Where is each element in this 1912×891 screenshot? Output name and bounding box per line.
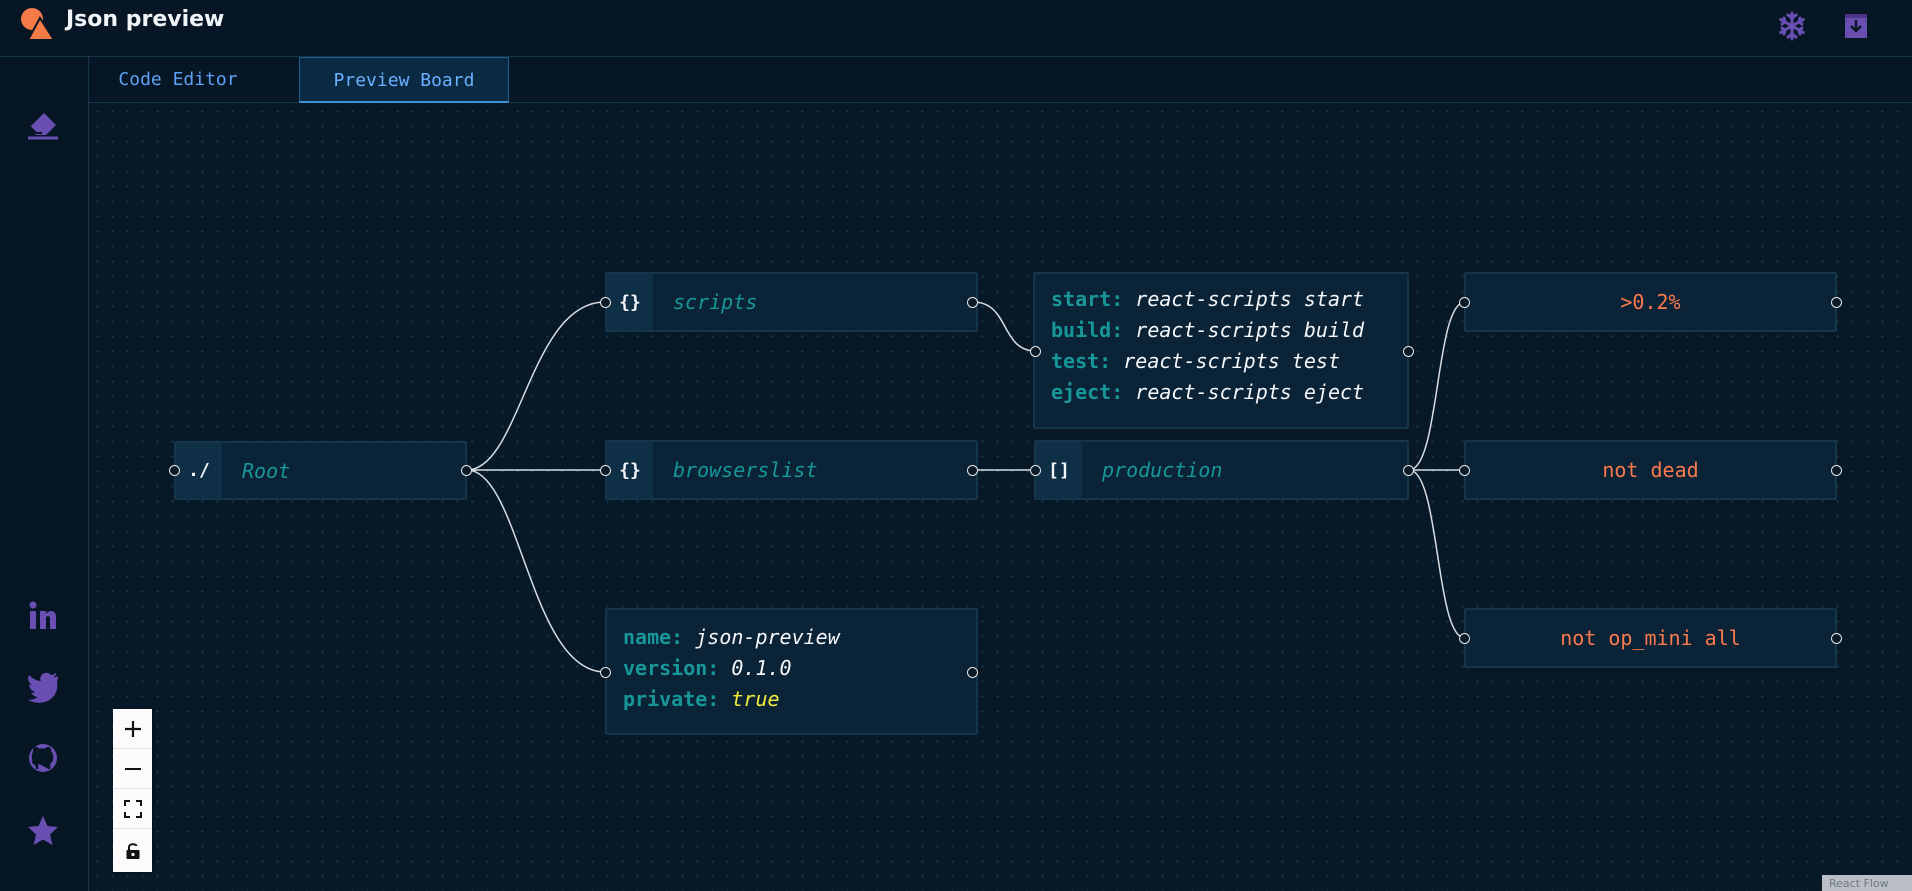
node-production-icon: [] [1036,442,1082,498]
download-icon[interactable] [1840,10,1872,42]
leaf-value: not dead [1602,458,1699,482]
eraser-icon[interactable] [24,105,62,143]
tab-bar: Code Editor Preview Board [89,57,1912,103]
linkedin-icon[interactable] [24,597,62,635]
handle-production-target[interactable] [1030,465,1041,476]
node-production-label: production [1102,458,1223,482]
handle-production-source[interactable] [1403,465,1414,476]
handle-item-2-target[interactable] [1459,465,1470,476]
handle-scripts-source[interactable] [967,297,978,308]
zoom-in-button[interactable] [113,709,152,749]
tab-preview-board[interactable]: Preview Board [299,57,509,103]
snowflake-icon[interactable] [1776,10,1808,42]
preview-board[interactable]: ./ Root {} scripts {} browserslist name:… [90,104,1912,891]
handle-item-1-target[interactable] [1459,297,1470,308]
node-root[interactable]: ./ Root [174,441,467,500]
handle-root-values-target[interactable] [600,667,611,678]
zoom-in-icon [124,720,141,737]
leaf-value: not op_mini all [1560,626,1741,650]
star-icon[interactable] [24,812,62,850]
kv-row: test: react-scripts test [1051,349,1341,373]
node-root-icon: ./ [176,443,222,498]
node-browserslist-icon: {} [607,442,653,498]
handle-item-3-target[interactable] [1459,633,1470,644]
lock-icon [126,842,139,859]
node-production[interactable]: [] production [1034,440,1409,500]
edge-production-item-3 [1408,469,1466,639]
handle-scripts-values-target[interactable] [1030,346,1041,357]
kv-row: start: react-scripts start [1051,287,1365,311]
node-root-values[interactable]: name: json-preview version: 0.1.0 privat… [605,608,978,735]
node-browserslist-label: browserslist [673,458,818,482]
node-production-item[interactable]: not op_mini all [1464,608,1837,668]
kv-row: eject: react-scripts eject [1051,380,1365,404]
react-flow-attribution[interactable]: React Flow [1822,875,1912,891]
edge-production-item-1 [1408,301,1466,471]
handle-root-source[interactable] [461,465,472,476]
flow-controls [113,709,152,872]
handle-browserslist-target[interactable] [600,465,611,476]
kv-row: private: true [623,687,780,711]
handle-browserslist-source[interactable] [967,465,978,476]
lock-button[interactable] [113,829,152,872]
node-production-item[interactable]: not dead [1464,440,1837,500]
edge-scripts-values [972,301,1037,352]
zoom-out-button[interactable] [113,749,152,789]
handle-root-target[interactable] [169,465,180,476]
node-scripts-label: scripts [673,290,758,314]
fit-view-icon [123,799,142,818]
node-root-label: Root [242,458,291,483]
sidebar [0,57,89,891]
kv-row: build: react-scripts build [1051,318,1365,342]
app-title: Json preview [66,7,225,32]
twitter-icon[interactable] [24,667,62,705]
tab-code-editor[interactable]: Code Editor [89,57,267,103]
node-scripts[interactable]: {} scripts [605,272,978,332]
handle-scripts-target[interactable] [600,297,611,308]
node-scripts-values[interactable]: start: react-scripts start build: react-… [1033,272,1409,429]
kv-row: version: 0.1.0 [623,656,792,680]
edge-root-values [466,469,606,673]
github-icon[interactable] [24,739,62,777]
handle-item-1-source[interactable] [1831,297,1842,308]
edge-root-scripts [466,301,606,471]
zoom-out-icon [124,767,141,770]
fit-view-button[interactable] [113,789,152,829]
top-bar: Json preview [0,0,1912,57]
leaf-value: >0.2% [1620,290,1681,314]
node-scripts-icon: {} [607,274,653,330]
node-production-item[interactable]: >0.2% [1464,272,1837,332]
handle-item-3-source[interactable] [1831,633,1842,644]
handle-scripts-values-source[interactable] [1403,346,1414,357]
handle-item-2-source[interactable] [1831,465,1842,476]
node-browserslist[interactable]: {} browserslist [605,440,978,500]
handle-root-values-source[interactable] [967,667,978,678]
logo-icon [21,8,56,41]
kv-row: name: json-preview [623,625,840,649]
